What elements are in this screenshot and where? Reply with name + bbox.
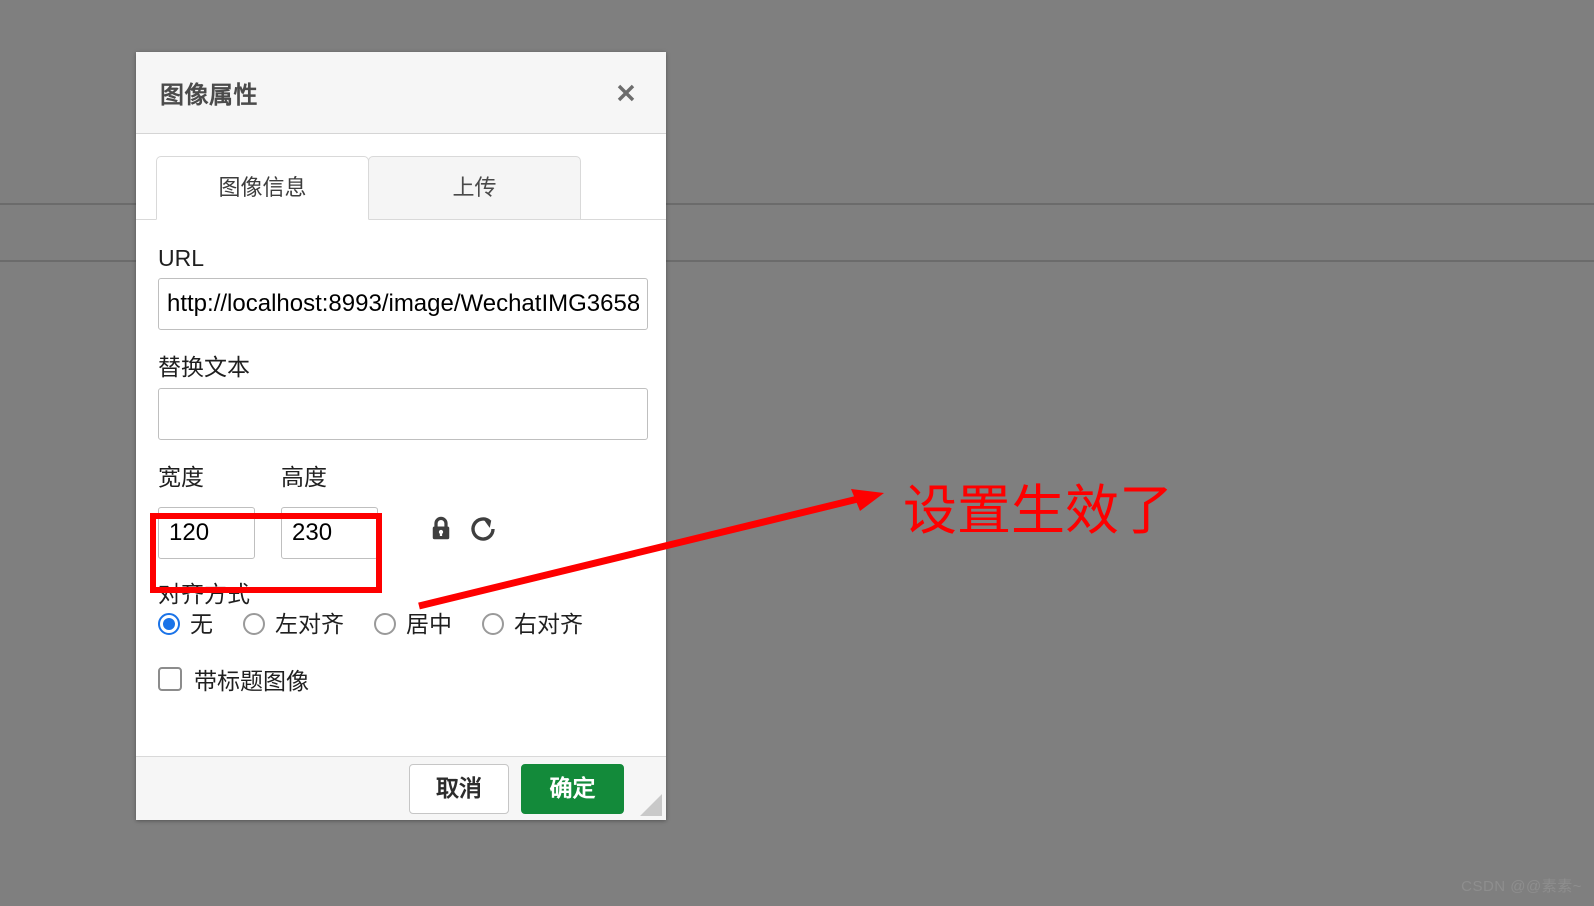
radio-label: 无 — [190, 610, 213, 637]
height-label-wrap: 高度 — [281, 463, 386, 497]
height-input-wrap — [281, 506, 386, 559]
alt-text-field-group: 替换文本 — [158, 354, 648, 440]
radio-mark-icon — [158, 613, 180, 636]
size-inputs-row — [158, 506, 644, 559]
url-input[interactable] — [158, 278, 648, 331]
width-input[interactable] — [158, 506, 255, 559]
height-input[interactable] — [281, 506, 378, 559]
url-field-group: URL — [158, 245, 648, 331]
cancel-button[interactable]: 取消 — [409, 763, 509, 814]
lock-icon[interactable] — [426, 514, 456, 549]
radio-align-left[interactable]: 左对齐 — [243, 610, 344, 637]
dialog-footer: 取消 确定 — [136, 756, 666, 820]
image-properties-dialog: 图像属性 图像信息 上传 URL 替换文本 宽度 高度 — [136, 52, 666, 820]
width-label-wrap: 宽度 — [158, 463, 263, 497]
radio-label: 左对齐 — [275, 610, 344, 637]
radio-align-center[interactable]: 居中 — [374, 610, 452, 637]
width-label: 宽度 — [158, 463, 204, 490]
dialog-title: 图像属性 — [160, 82, 258, 109]
dialog-tabs: 图像信息 上传 — [136, 134, 666, 220]
confirm-button[interactable]: 确定 — [521, 763, 624, 814]
radio-label: 居中 — [406, 610, 452, 637]
dialog-body: URL 替换文本 宽度 高度 — [136, 220, 666, 756]
tab-upload[interactable]: 上传 — [368, 156, 581, 220]
alignment-label: 对齐方式 — [158, 580, 250, 607]
radio-align-right[interactable]: 右对齐 — [482, 610, 583, 637]
radio-mark-icon — [482, 613, 504, 636]
radio-mark-icon — [374, 613, 396, 636]
size-tools — [426, 514, 498, 559]
radio-label: 右对齐 — [514, 610, 583, 637]
height-label: 高度 — [281, 463, 327, 490]
radio-align-none[interactable]: 无 — [158, 610, 213, 637]
size-field-group: 宽度 高度 — [158, 463, 644, 559]
close-icon[interactable] — [608, 75, 644, 111]
radio-mark-icon — [243, 613, 265, 636]
annotation-text: 设置生效了 — [903, 479, 1173, 542]
dialog-header: 图像属性 — [136, 52, 666, 134]
checkbox-label: 带标题图像 — [194, 667, 309, 694]
reset-icon[interactable] — [468, 514, 498, 549]
captioned-image-checkbox[interactable]: 带标题图像 — [158, 662, 644, 696]
checkbox-mark-icon — [158, 666, 182, 691]
alignment-radio-group: 无 左对齐 居中 右对齐 — [158, 610, 644, 637]
resize-grip-icon[interactable] — [640, 794, 662, 816]
alt-text-input[interactable] — [158, 387, 648, 440]
watermark: CSDN @@素素~ — [1461, 878, 1582, 895]
alt-text-label: 替换文本 — [158, 354, 250, 381]
width-input-wrap — [158, 506, 263, 559]
url-label: URL — [158, 245, 205, 271]
tab-image-info[interactable]: 图像信息 — [156, 156, 369, 220]
